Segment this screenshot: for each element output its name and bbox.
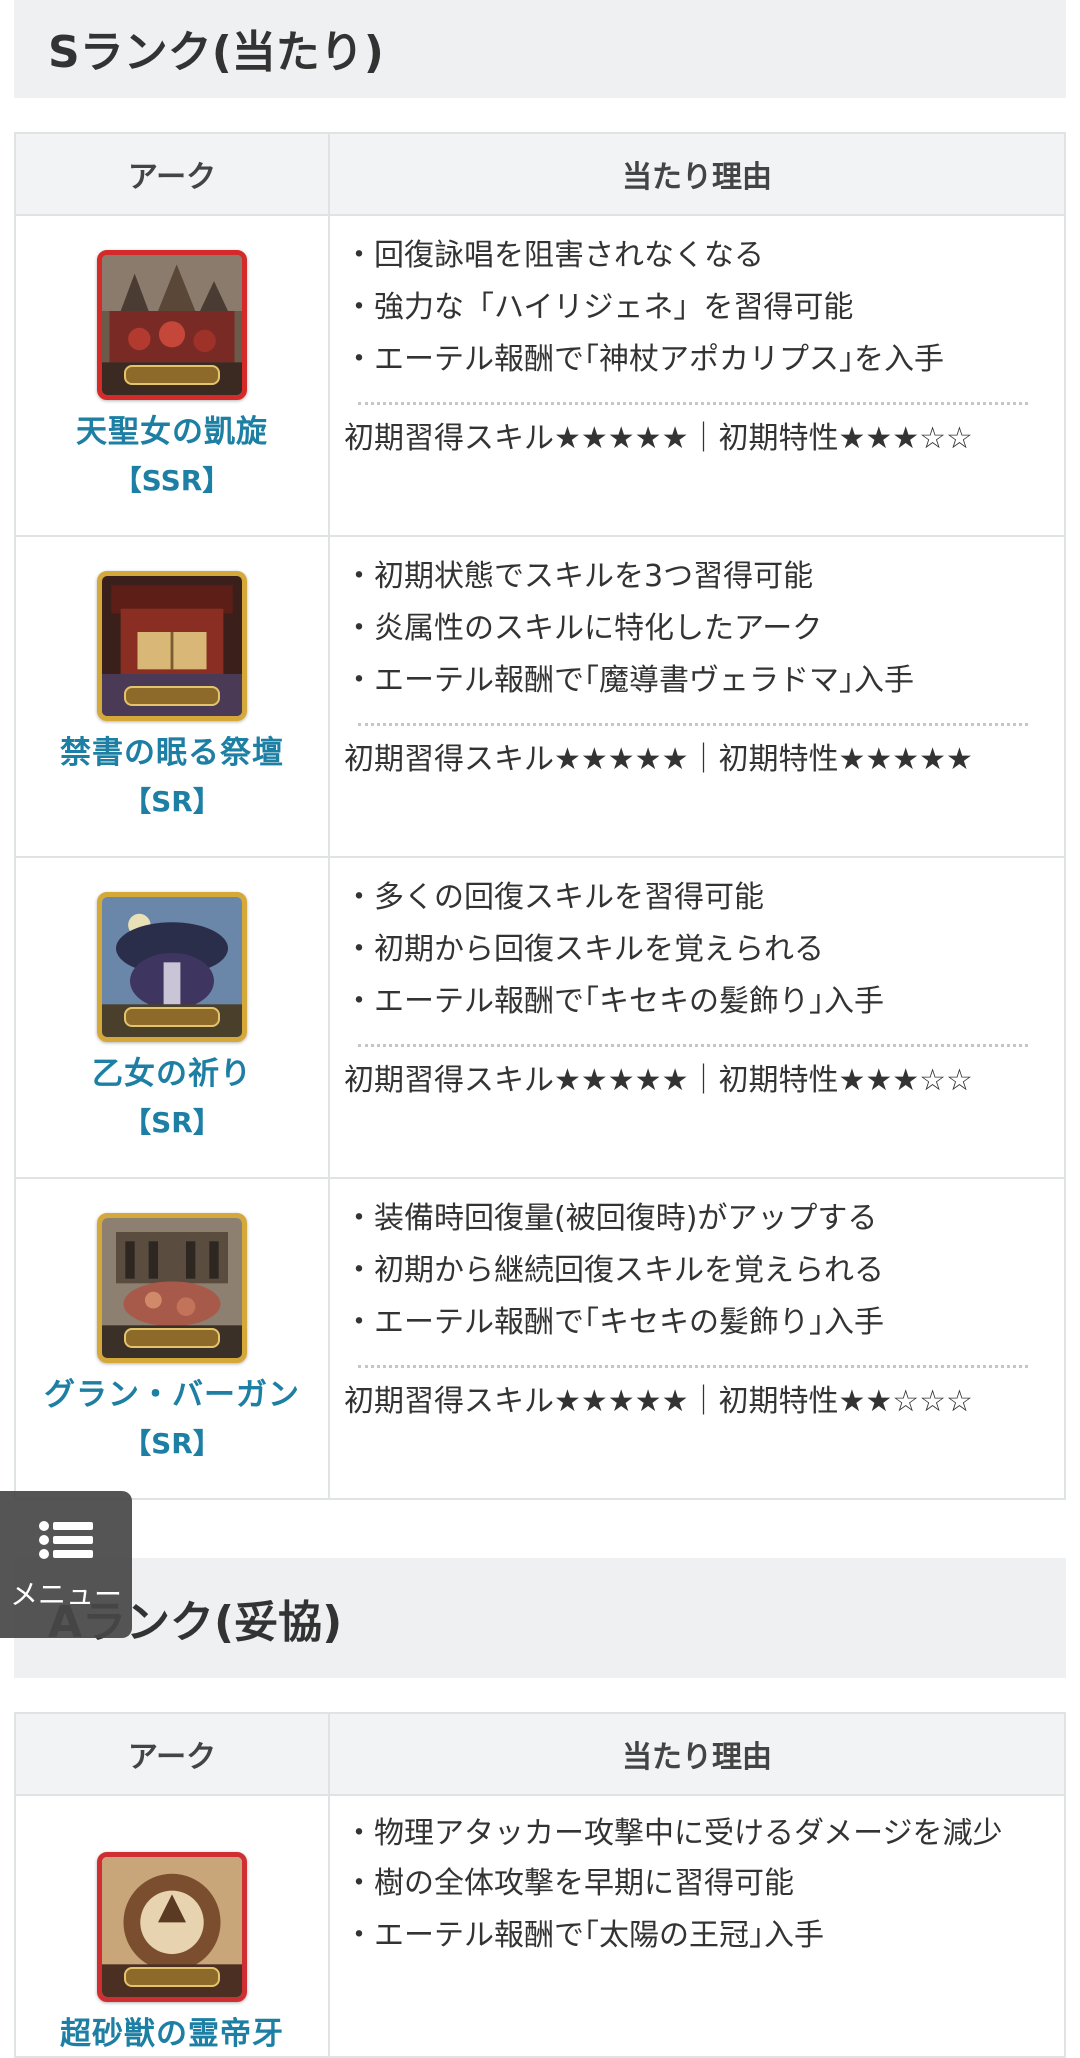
reason-list: ・装備時回復量(被回復時)がアップする ・初期から継続回復スキルを覚えられる ・… — [344, 1193, 1042, 1349]
rating-text: 初期習得スキル★★★★★｜初期特性★★★☆☆ — [344, 421, 973, 456]
section-header-s-rank: Sランク(当たり) — [14, 0, 1066, 98]
column-header-arc: アーク — [16, 134, 330, 214]
column-header-reason: 当たり理由 — [622, 160, 772, 195]
arc-nameplate — [124, 365, 220, 385]
reason-cell: ・装備時回復量(被回復時)がアップする ・初期から継続回復スキルを覚えられる ・… — [330, 1179, 1064, 1498]
reason-item: ・装備時回復量(被回復時)がアップする — [344, 1201, 878, 1236]
list-icon — [39, 1521, 93, 1559]
arc-image[interactable] — [97, 250, 247, 400]
reason-item: ・エーテル報酬で｢太陽の王冠｣入手 — [344, 1918, 824, 1953]
reason-item: ・多くの回復スキルを習得可能 — [344, 880, 764, 915]
column-header-arc: アーク — [16, 1714, 330, 1794]
arc-cell: 乙女の祈り 【SR】 — [16, 858, 330, 1177]
s-rank-table: アーク 当たり理由 天聖女の凱旋 【SSR】 ・回復詠唱を阻害されなくなる ・強… — [14, 132, 1066, 1500]
reason-item: ・初期から継続回復スキルを覚えられる — [344, 1253, 884, 1288]
reason-item: ・エーテル報酬で｢神杖アポカリプス｣を入手 — [344, 342, 944, 377]
reason-cell: ・物理アタッカー攻撃中に受けるダメージを減少 ・樹の全体攻撃を早期に習得可能 ・… — [330, 1796, 1064, 2056]
arc-cell: グラン・バーガン 【SR】 — [16, 1179, 330, 1498]
table-header: アーク 当たり理由 — [16, 1714, 1064, 1796]
reason-item: ・物理アタッカー攻撃中に受けるダメージを減少 — [344, 1816, 1003, 1851]
arc-image[interactable] — [97, 1213, 247, 1363]
reason-item: ・強力な「ハイリジェネ」を習得可能 — [344, 290, 854, 325]
table-row: 天聖女の凱旋 【SSR】 ・回復詠唱を阻害されなくなる ・強力な「ハイリジェネ」… — [16, 216, 1064, 537]
reason-item: ・エーテル報酬で｢魔導書ヴェラドマ｣入手 — [344, 663, 914, 698]
table-header: アーク 当たり理由 — [16, 134, 1064, 216]
dotted-divider — [358, 402, 1028, 405]
rating-text: 初期習得スキル★★★★★｜初期特性★★☆☆☆ — [344, 1384, 973, 1419]
table-row: 禁書の眠る祭壇 【SR】 ・初期状態でスキルを3つ習得可能 ・炎属性のスキルに特… — [16, 537, 1064, 858]
dotted-divider — [358, 1044, 1028, 1047]
arc-nameplate — [124, 1328, 220, 1348]
reason-item: ・エーテル報酬で｢キセキの髪飾り｣入手 — [344, 1305, 884, 1340]
reason-list: ・多くの回復スキルを習得可能 ・初期から回復スキルを覚えられる ・エーテル報酬で… — [344, 872, 1042, 1028]
arc-rarity: 【SR】 — [123, 1106, 221, 1139]
arc-cell: 天聖女の凱旋 【SSR】 — [16, 216, 330, 535]
table-row: 超砂獣の霊帝牙 ・物理アタッカー攻撃中に受けるダメージを減少 ・樹の全体攻撃を早… — [16, 1796, 1064, 2056]
reason-list: ・回復詠唱を阻害されなくなる ・強力な「ハイリジェネ」を習得可能 ・エーテル報酬… — [344, 230, 1042, 386]
rating-text: 初期習得スキル★★★★★｜初期特性★★★☆☆ — [344, 1063, 973, 1098]
reason-list: ・物理アタッカー攻撃中に受けるダメージを減少 ・樹の全体攻撃を早期に習得可能 ・… — [344, 1810, 1042, 1962]
arc-name-link[interactable]: グラン・バーガン — [44, 1369, 300, 1414]
arc-name-link[interactable]: 乙女の祈り — [92, 1048, 252, 1093]
reason-item: ・初期から回復スキルを覚えられる — [344, 932, 824, 967]
arc-image[interactable] — [97, 1852, 247, 2002]
section-header-a-rank: Aランク(妥協) — [14, 1558, 1066, 1678]
reason-cell: ・多くの回復スキルを習得可能 ・初期から回復スキルを覚えられる ・エーテル報酬で… — [330, 858, 1064, 1177]
arc-nameplate — [124, 1007, 220, 1027]
dotted-divider — [358, 1365, 1028, 1368]
reason-item: ・エーテル報酬で｢キセキの髪飾り｣入手 — [344, 984, 884, 1019]
arc-name-link[interactable]: 超砂獣の霊帝牙 — [60, 2008, 284, 2053]
menu-label: メニュー — [9, 1578, 122, 1611]
reason-cell: ・初期状態でスキルを3つ習得可能 ・炎属性のスキルに特化したアーク ・エーテル報… — [330, 537, 1064, 856]
reason-item: ・初期状態でスキルを3つ習得可能 — [344, 559, 814, 594]
column-header-reason: 当たり理由 — [622, 1740, 772, 1775]
reason-item: ・炎属性のスキルに特化したアーク — [344, 611, 823, 646]
arc-rarity: 【SR】 — [123, 1427, 221, 1460]
a-rank-table: アーク 当たり理由 超砂獣の霊帝牙 ・物理アタッカー攻撃中に受けるダメージを減少… — [14, 1712, 1066, 2058]
dotted-divider — [358, 723, 1028, 726]
reason-item: ・樹の全体攻撃を早期に習得可能 — [344, 1866, 794, 1901]
arc-nameplate — [124, 1967, 220, 1987]
menu-button[interactable]: メニュー — [0, 1491, 132, 1638]
arc-nameplate — [124, 686, 220, 706]
arc-rarity: 【SR】 — [123, 785, 221, 818]
table-row: 乙女の祈り 【SR】 ・多くの回復スキルを習得可能 ・初期から回復スキルを覚えら… — [16, 858, 1064, 1179]
arc-rarity: 【SSR】 — [113, 464, 231, 497]
reason-item: ・回復詠唱を阻害されなくなる — [344, 238, 764, 273]
reason-cell: ・回復詠唱を阻害されなくなる ・強力な「ハイリジェネ」を習得可能 ・エーテル報酬… — [330, 216, 1064, 535]
arc-name-link[interactable]: 禁書の眠る祭壇 — [60, 727, 284, 772]
arc-cell: 超砂獣の霊帝牙 — [16, 1796, 330, 2056]
arc-image[interactable] — [97, 571, 247, 721]
arc-cell: 禁書の眠る祭壇 【SR】 — [16, 537, 330, 856]
rating-text: 初期習得スキル★★★★★｜初期特性★★★★★ — [344, 742, 973, 777]
arc-name-link[interactable]: 天聖女の凱旋 — [76, 406, 268, 451]
table-row: グラン・バーガン 【SR】 ・装備時回復量(被回復時)がアップする ・初期から継… — [16, 1179, 1064, 1498]
reason-list: ・初期状態でスキルを3つ習得可能 ・炎属性のスキルに特化したアーク ・エーテル報… — [344, 551, 1042, 707]
arc-image[interactable] — [97, 892, 247, 1042]
